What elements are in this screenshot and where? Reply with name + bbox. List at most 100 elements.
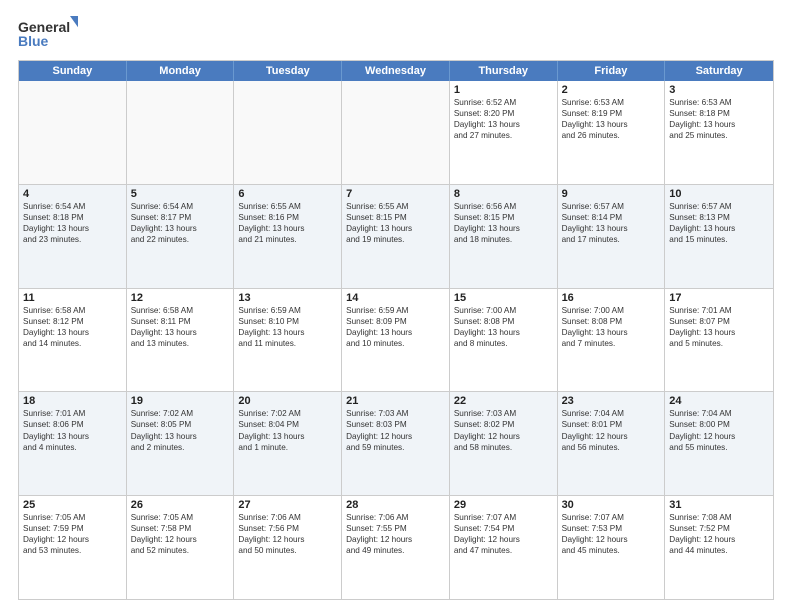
day-number: 10 [669,188,769,200]
cell-line: and 7 minutes. [562,338,661,349]
day-number: 22 [454,395,553,407]
cell-line: and 58 minutes. [454,442,553,453]
cell-line: Daylight: 13 hours [238,431,337,442]
cell-line: Sunset: 7:53 PM [562,523,661,534]
cell-line: Daylight: 12 hours [454,431,553,442]
day-cell-25: 25Sunrise: 7:05 AMSunset: 7:59 PMDayligh… [19,496,127,599]
svg-text:Blue: Blue [18,33,49,49]
cell-line: and 50 minutes. [238,545,337,556]
cell-line: Sunrise: 7:00 AM [454,305,553,316]
header: General Blue [18,16,774,52]
day-number: 25 [23,499,122,511]
day-cell-17: 17Sunrise: 7:01 AMSunset: 8:07 PMDayligh… [665,289,773,392]
cell-line: and 5 minutes. [669,338,769,349]
day-number: 30 [562,499,661,511]
cell-line: Sunrise: 7:03 AM [454,408,553,419]
cell-line: and 2 minutes. [131,442,230,453]
cell-line: Sunset: 8:16 PM [238,212,337,223]
cell-line: and 18 minutes. [454,234,553,245]
cell-line: Daylight: 13 hours [23,223,122,234]
day-number: 20 [238,395,337,407]
day-cell-6: 6Sunrise: 6:55 AMSunset: 8:16 PMDaylight… [234,185,342,288]
day-number: 31 [669,499,769,511]
day-cell-26: 26Sunrise: 7:05 AMSunset: 7:58 PMDayligh… [127,496,235,599]
day-cell-20: 20Sunrise: 7:02 AMSunset: 8:04 PMDayligh… [234,392,342,495]
day-cell-30: 30Sunrise: 7:07 AMSunset: 7:53 PMDayligh… [558,496,666,599]
cell-line: Sunrise: 7:05 AM [23,512,122,523]
day-number: 4 [23,188,122,200]
day-cell-28: 28Sunrise: 7:06 AMSunset: 7:55 PMDayligh… [342,496,450,599]
cell-line: Daylight: 12 hours [346,431,445,442]
day-number: 19 [131,395,230,407]
calendar-week-1: 1Sunrise: 6:52 AMSunset: 8:20 PMDaylight… [19,81,773,185]
cell-line: Daylight: 13 hours [454,223,553,234]
day-cell-7: 7Sunrise: 6:55 AMSunset: 8:15 PMDaylight… [342,185,450,288]
cell-line: Sunrise: 6:59 AM [238,305,337,316]
cell-line: Sunrise: 7:06 AM [346,512,445,523]
day-number: 28 [346,499,445,511]
day-cell-21: 21Sunrise: 7:03 AMSunset: 8:03 PMDayligh… [342,392,450,495]
cell-line: Daylight: 13 hours [131,327,230,338]
calendar-week-3: 11Sunrise: 6:58 AMSunset: 8:12 PMDayligh… [19,289,773,393]
cell-line: Sunrise: 6:57 AM [562,201,661,212]
day-number: 6 [238,188,337,200]
cell-line: Sunset: 8:15 PM [346,212,445,223]
cell-line: Sunrise: 6:57 AM [669,201,769,212]
cell-line: and 11 minutes. [238,338,337,349]
cell-line: and 55 minutes. [669,442,769,453]
cell-line: Sunset: 7:56 PM [238,523,337,534]
cell-line: Daylight: 13 hours [238,327,337,338]
cell-line: Sunset: 8:02 PM [454,419,553,430]
cell-line: Sunrise: 7:07 AM [562,512,661,523]
cell-line: Daylight: 12 hours [669,534,769,545]
day-cell-12: 12Sunrise: 6:58 AMSunset: 8:11 PMDayligh… [127,289,235,392]
calendar-header: SundayMondayTuesdayWednesdayThursdayFrid… [19,61,773,81]
day-number: 2 [562,84,661,96]
cell-line: and 25 minutes. [669,130,769,141]
calendar-week-5: 25Sunrise: 7:05 AMSunset: 7:59 PMDayligh… [19,496,773,599]
cell-line: Sunrise: 7:08 AM [669,512,769,523]
cell-line: Sunset: 7:55 PM [346,523,445,534]
day-cell-8: 8Sunrise: 6:56 AMSunset: 8:15 PMDaylight… [450,185,558,288]
day-number: 9 [562,188,661,200]
empty-cell [342,81,450,184]
cell-line: and 13 minutes. [131,338,230,349]
day-cell-1: 1Sunrise: 6:52 AMSunset: 8:20 PMDaylight… [450,81,558,184]
day-number: 18 [23,395,122,407]
day-number: 5 [131,188,230,200]
cell-line: and 52 minutes. [131,545,230,556]
cell-line: and 19 minutes. [346,234,445,245]
cell-line: Daylight: 12 hours [238,534,337,545]
cell-line: Daylight: 13 hours [346,327,445,338]
weekday-header-tuesday: Tuesday [234,61,342,81]
cell-line: Daylight: 13 hours [669,223,769,234]
cell-line: Sunset: 8:13 PM [669,212,769,223]
cell-line: Sunrise: 7:04 AM [669,408,769,419]
cell-line: Sunrise: 6:54 AM [131,201,230,212]
day-number: 26 [131,499,230,511]
cell-line: Sunrise: 7:03 AM [346,408,445,419]
day-cell-2: 2Sunrise: 6:53 AMSunset: 8:19 PMDaylight… [558,81,666,184]
cell-line: Daylight: 12 hours [131,534,230,545]
cell-line: Sunset: 8:04 PM [238,419,337,430]
cell-line: Sunset: 8:12 PM [23,316,122,327]
cell-line: and 45 minutes. [562,545,661,556]
cell-line: Sunset: 8:09 PM [346,316,445,327]
cell-line: Daylight: 12 hours [562,534,661,545]
weekday-header-sunday: Sunday [19,61,127,81]
cell-line: Sunset: 8:10 PM [238,316,337,327]
cell-line: Daylight: 12 hours [454,534,553,545]
cell-line: Daylight: 13 hours [454,119,553,130]
cell-line: Sunrise: 6:58 AM [23,305,122,316]
cell-line: Sunrise: 6:56 AM [454,201,553,212]
cell-line: Sunset: 8:01 PM [562,419,661,430]
day-cell-3: 3Sunrise: 6:53 AMSunset: 8:18 PMDaylight… [665,81,773,184]
cell-line: Sunrise: 7:05 AM [131,512,230,523]
day-cell-29: 29Sunrise: 7:07 AMSunset: 7:54 PMDayligh… [450,496,558,599]
day-cell-18: 18Sunrise: 7:01 AMSunset: 8:06 PMDayligh… [19,392,127,495]
cell-line: Sunset: 8:03 PM [346,419,445,430]
cell-line: Sunrise: 7:02 AM [238,408,337,419]
cell-line: and 26 minutes. [562,130,661,141]
day-number: 15 [454,292,553,304]
cell-line: Daylight: 13 hours [669,327,769,338]
